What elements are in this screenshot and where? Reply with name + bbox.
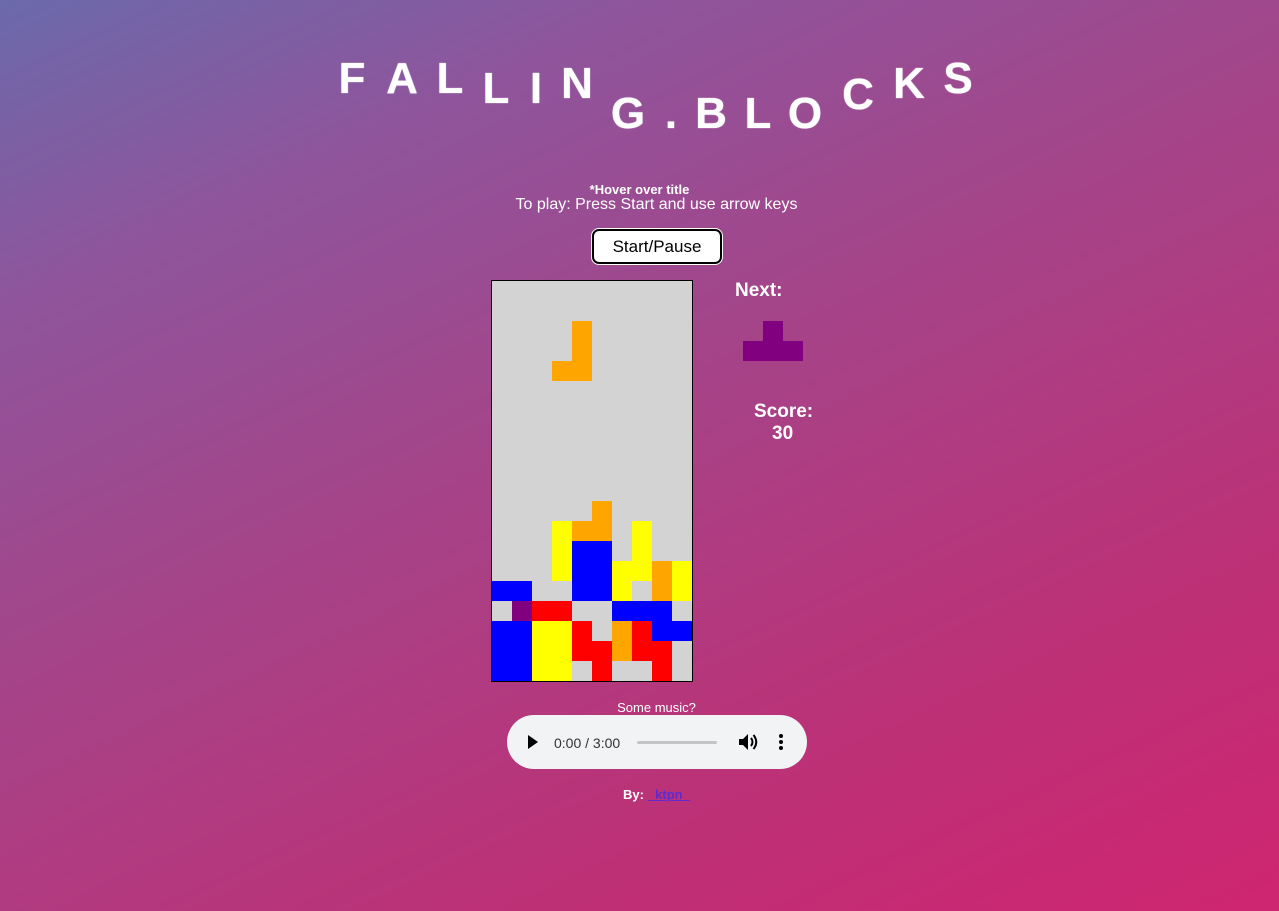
instructions: To play: Press Start and use arrow keys — [515, 196, 798, 213]
board-cell — [552, 661, 572, 681]
board-cell — [652, 641, 672, 661]
board-cell — [552, 541, 572, 561]
board-cell — [652, 621, 672, 641]
author-link[interactable]: _ktpn_ — [648, 787, 690, 802]
board-cell — [612, 581, 632, 601]
board-cell — [492, 661, 512, 681]
board-cell — [572, 321, 592, 341]
title-letter[interactable]: N — [561, 62, 593, 106]
hover-hint: *Hover over title — [589, 182, 690, 197]
board-cell — [572, 521, 592, 541]
title-letter[interactable]: F — [339, 57, 366, 101]
title-letter[interactable]: . — [665, 92, 677, 136]
next-piece-cell — [743, 341, 763, 361]
audio-time: 0:00 / 3:00 — [554, 735, 621, 751]
audio-progress-bar[interactable] — [637, 741, 717, 744]
board-cell — [612, 621, 632, 641]
byline: By: _ktpn_ — [623, 787, 690, 802]
board-cell — [532, 621, 552, 641]
board-cell — [672, 581, 692, 601]
next-label: Next: — [735, 280, 783, 301]
board-cell — [632, 641, 652, 661]
board-cell — [672, 561, 692, 581]
board-cell — [572, 561, 592, 581]
board-cell — [592, 641, 612, 661]
board-cell — [592, 501, 612, 521]
title-letter[interactable]: B — [695, 92, 727, 136]
title-letter[interactable]: K — [893, 62, 925, 106]
next-piece-cell — [783, 341, 803, 361]
title-letter[interactable]: G — [611, 92, 645, 136]
board-cell — [532, 661, 552, 681]
board-cell — [652, 661, 672, 681]
board-cell — [512, 641, 532, 661]
board-cell — [492, 581, 512, 601]
game-board[interactable] — [491, 280, 693, 682]
board-cell — [592, 541, 612, 561]
board-cell — [512, 621, 532, 641]
title-letter[interactable]: L — [437, 57, 464, 101]
title-letter[interactable]: A — [386, 57, 418, 101]
score-label: Score: — [754, 401, 814, 422]
title-letter[interactable]: I — [530, 67, 542, 111]
board-cell — [652, 561, 672, 581]
board-cell — [632, 541, 652, 561]
start-pause-button[interactable]: Start/Pause — [592, 229, 722, 264]
board-cell — [552, 601, 572, 621]
board-cell — [592, 561, 612, 581]
title-letter[interactable]: C — [842, 73, 874, 117]
board-cell — [572, 361, 592, 381]
board-cell — [612, 641, 632, 661]
board-cell — [572, 621, 592, 641]
board-cell — [572, 341, 592, 361]
board-cell — [592, 581, 612, 601]
board-cell — [652, 601, 672, 621]
board-cell — [532, 641, 552, 661]
more-options-icon[interactable] — [779, 734, 783, 750]
board-cell — [552, 641, 572, 661]
title-letter[interactable]: O — [788, 92, 822, 136]
board-cell — [592, 521, 612, 541]
board-cell — [592, 661, 612, 681]
title-letter[interactable]: L — [483, 67, 510, 111]
board-cell — [512, 581, 532, 601]
board-cell — [572, 581, 592, 601]
board-cell — [492, 621, 512, 641]
board-cell — [572, 541, 592, 561]
board-cell — [532, 601, 552, 621]
board-cell — [672, 621, 692, 641]
board-cell — [652, 581, 672, 601]
board-cell — [552, 621, 572, 641]
board-cell — [512, 661, 532, 681]
board-cell — [512, 601, 532, 621]
board-cell — [612, 561, 632, 581]
board-cell — [552, 361, 572, 381]
volume-icon[interactable] — [739, 733, 759, 751]
audio-player[interactable]: 0:00 / 3:00 — [507, 715, 807, 769]
board-cell — [572, 641, 592, 661]
play-icon[interactable] — [528, 735, 538, 749]
board-cell — [632, 601, 652, 621]
title-letter[interactable]: L — [745, 92, 772, 136]
board-cell — [632, 621, 652, 641]
score-value: 30 — [772, 423, 794, 444]
title-letter[interactable]: S — [943, 57, 972, 101]
board-cell — [552, 561, 572, 581]
music-label: Some music? — [617, 700, 696, 715]
board-cell — [612, 601, 632, 621]
byline-label: By: — [623, 787, 644, 802]
board-cell — [552, 521, 572, 541]
board-cell — [492, 641, 512, 661]
next-piece-preview — [743, 321, 803, 361]
board-cell — [632, 521, 652, 541]
next-piece-cell — [763, 321, 783, 341]
board-cell — [632, 561, 652, 581]
next-piece-cell — [763, 341, 783, 361]
